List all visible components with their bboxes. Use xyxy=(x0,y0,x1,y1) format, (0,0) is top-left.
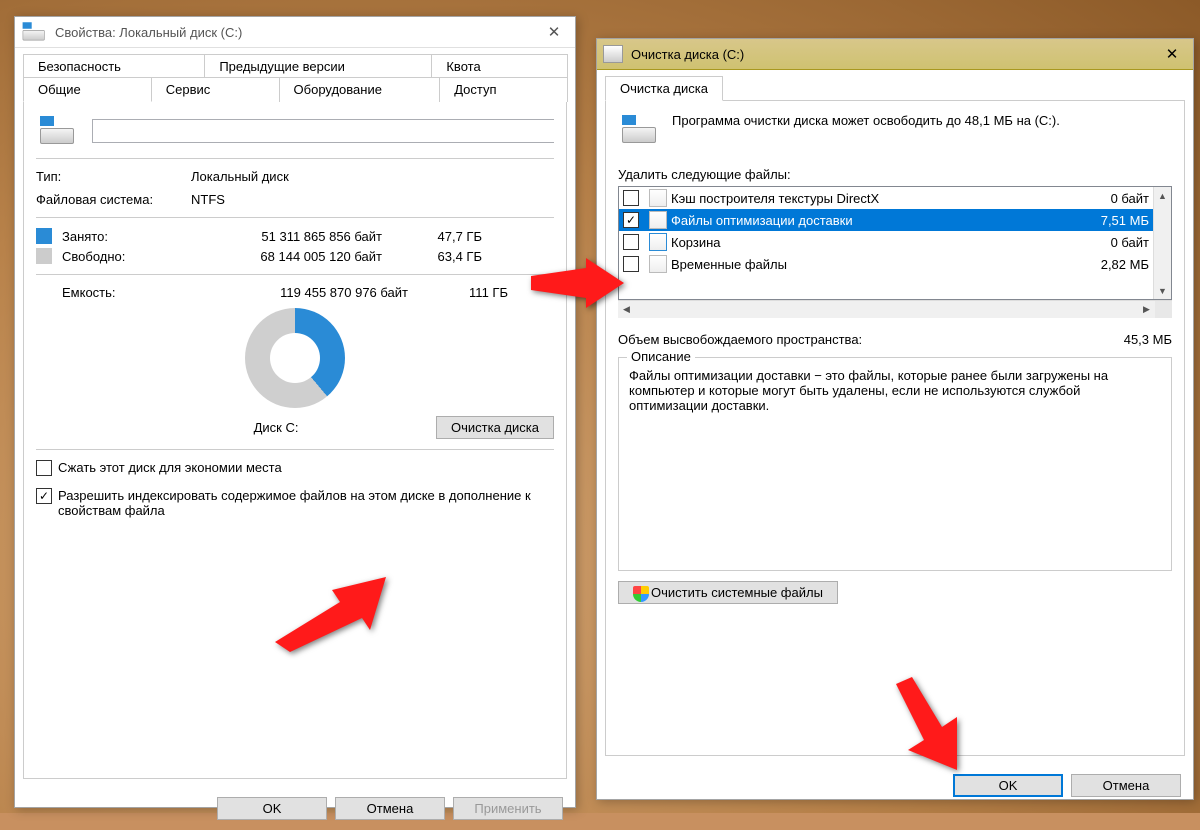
description-group: Описание Файлы оптимизации доставки − эт… xyxy=(618,357,1172,571)
file-checkbox[interactable] xyxy=(623,190,639,206)
label-fs: Файловая система: xyxy=(36,192,191,207)
file-list[interactable]: Кэш построителя текстуры DirectX 0 байт Фа… xyxy=(618,186,1172,300)
tab-content: Тип:Локальный диск Файловая система:NTFS… xyxy=(23,101,567,779)
cancel-button[interactable]: Отмена xyxy=(1071,774,1181,797)
index-checkbox[interactable] xyxy=(36,488,52,504)
file-checkbox[interactable] xyxy=(623,256,639,272)
file-list-row[interactable]: Кэш построителя текстуры DirectX 0 байт xyxy=(619,187,1153,209)
free-swatch xyxy=(36,248,52,264)
scrollbar-horizontal[interactable]: ◀ ▶ xyxy=(618,300,1172,318)
value-capacity-gb: 111 ГБ xyxy=(408,285,508,300)
value-type: Локальный диск xyxy=(191,169,289,184)
compress-label: Сжать этот диск для экономии места xyxy=(58,460,282,475)
label-disk: Диск C: xyxy=(36,420,436,435)
scroll-right-icon[interactable]: ▶ xyxy=(1138,301,1155,318)
files-label: Удалить следующие файлы: xyxy=(618,167,1172,182)
file-checkbox[interactable] xyxy=(623,234,639,250)
file-size: 0 байт xyxy=(1111,191,1149,206)
compress-checkbox[interactable] xyxy=(36,460,52,476)
file-checkbox[interactable] xyxy=(623,212,639,228)
disk-cleanup-window: Очистка диска (C:) ✕ Очистка диска Прогр… xyxy=(596,38,1194,800)
label-used: Занято: xyxy=(62,229,182,244)
tab-tools[interactable]: Сервис xyxy=(151,77,280,102)
value-free-gb: 63,4 ГБ xyxy=(382,249,482,264)
description-legend: Описание xyxy=(627,349,695,364)
file-name: Файлы оптимизации доставки xyxy=(671,213,1097,228)
scroll-down-icon[interactable]: ▼ xyxy=(1154,282,1171,299)
apply-button[interactable]: Применить xyxy=(453,797,563,820)
close-icon[interactable]: ✕ xyxy=(1157,45,1187,63)
value-used-bytes: 51 311 865 856 байт xyxy=(182,229,382,244)
cancel-button[interactable]: Отмена xyxy=(335,797,445,820)
tab-strip: Безопасность Предыдущие версии Квота Общ… xyxy=(15,48,575,101)
tab-content: Программа очистки диска может освободить… xyxy=(605,100,1185,756)
used-swatch xyxy=(36,228,52,244)
tab-quota[interactable]: Квота xyxy=(431,54,568,78)
label-free: Свободно: xyxy=(62,249,182,264)
label-type: Тип: xyxy=(36,169,191,184)
cleanup-icon xyxy=(603,45,623,63)
file-name: Временные файлы xyxy=(671,257,1097,272)
usage-pie-chart xyxy=(245,308,345,408)
label-capacity: Емкость: xyxy=(36,285,208,300)
file-icon xyxy=(649,233,667,251)
drive-icon xyxy=(36,114,76,148)
file-list-row[interactable]: Временные файлы 2,82 МБ xyxy=(619,253,1153,275)
file-icon xyxy=(649,189,667,207)
intro-text: Программа очистки диска может освободить… xyxy=(672,113,1172,128)
scroll-left-icon[interactable]: ◀ xyxy=(618,301,635,318)
disk-name-input[interactable] xyxy=(92,119,554,143)
drive-icon xyxy=(20,21,46,43)
description-text: Файлы оптимизации доставки − это файлы, … xyxy=(629,368,1161,413)
file-size: 0 байт xyxy=(1111,235,1149,250)
value-capacity-bytes: 119 455 870 976 байт xyxy=(208,285,408,300)
tab-cleanup[interactable]: Очистка диска xyxy=(605,76,723,101)
file-name: Кэш построителя текстуры DirectX xyxy=(671,191,1107,206)
file-list-row[interactable]: Файлы оптимизации доставки 7,51 МБ xyxy=(619,209,1153,231)
index-label: Разрешить индексировать содержимое файло… xyxy=(58,488,554,518)
gain-label: Объем высвобождаемого пространства: xyxy=(618,332,1124,347)
gain-value: 45,3 МБ xyxy=(1124,332,1172,347)
ok-button[interactable]: OK xyxy=(217,797,327,820)
titlebar[interactable]: Очистка диска (C:) ✕ xyxy=(597,39,1193,70)
file-name: Корзина xyxy=(671,235,1107,250)
dialog-buttons: OK Отмена Применить xyxy=(15,787,575,830)
disk-cleanup-button[interactable]: Очистка диска xyxy=(436,416,554,439)
value-fs: NTFS xyxy=(191,192,225,207)
titlebar[interactable]: Свойства: Локальный диск (C:) ✕ xyxy=(15,17,575,48)
ok-button[interactable]: OK xyxy=(953,774,1063,797)
file-icon xyxy=(649,211,667,229)
file-icon xyxy=(649,255,667,273)
file-size: 7,51 МБ xyxy=(1101,213,1149,228)
tab-previous-versions[interactable]: Предыдущие версии xyxy=(204,54,432,78)
tab-security[interactable]: Безопасность xyxy=(23,54,205,78)
tab-sharing[interactable]: Доступ xyxy=(439,77,568,102)
disk-properties-window: Свойства: Локальный диск (C:) ✕ Безопасн… xyxy=(14,16,576,808)
tab-hardware[interactable]: Оборудование xyxy=(279,77,441,102)
close-icon[interactable]: ✕ xyxy=(539,23,569,41)
window-title: Очистка диска (C:) xyxy=(631,47,1149,62)
tab-general[interactable]: Общие xyxy=(23,77,152,102)
window-title: Свойства: Локальный диск (C:) xyxy=(55,25,531,40)
file-list-row[interactable]: Корзина 0 байт xyxy=(619,231,1153,253)
value-free-bytes: 68 144 005 120 байт xyxy=(182,249,382,264)
scroll-up-icon[interactable]: ▲ xyxy=(1154,187,1171,204)
shield-icon xyxy=(633,586,649,602)
scrollbar-vertical[interactable]: ▲ ▼ xyxy=(1153,187,1171,299)
clean-system-files-button[interactable]: Очистить системные файлы xyxy=(618,581,838,604)
file-size: 2,82 МБ xyxy=(1101,257,1149,272)
cleanup-drive-icon xyxy=(618,113,658,147)
value-used-gb: 47,7 ГБ xyxy=(382,229,482,244)
